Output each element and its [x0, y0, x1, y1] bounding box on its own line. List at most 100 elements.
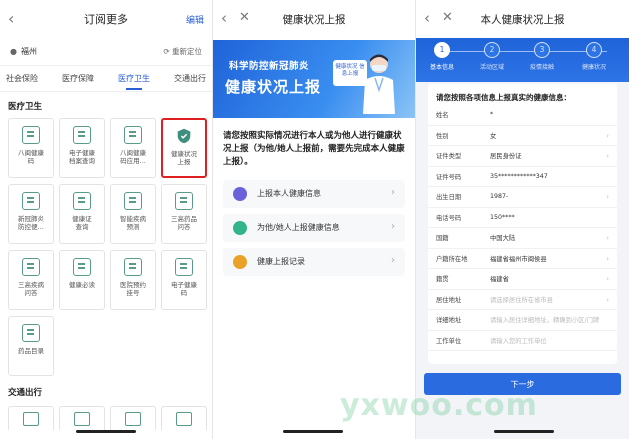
chevron-right-icon: › — [606, 131, 609, 140]
service-item[interactable] — [8, 406, 54, 430]
report-self-button[interactable]: 上报本人健康信息 › — [223, 179, 405, 208]
tab-medical-security[interactable]: 医疗保障 — [62, 67, 94, 90]
service-item[interactable]: 健康证 查询 — [59, 184, 105, 244]
health-record-icon — [73, 126, 91, 144]
tab-social-insurance[interactable]: 社会保险 — [6, 67, 38, 90]
edit-link[interactable]: 编辑 — [186, 13, 204, 26]
subscribe-panel: ‹ 订阅更多 编辑 ● 福州 ⟳ 重新定位 社会保险 医疗保障 医疗卫生 交通出… — [0, 0, 212, 439]
service-item[interactable]: 药品目录 — [8, 316, 54, 376]
chevron-right-icon: › — [606, 295, 609, 304]
back-icon[interactable]: ‹ — [221, 9, 227, 27]
chevron-right-icon: › — [606, 193, 609, 201]
step-number: 1 — [434, 42, 450, 58]
card-icon — [125, 412, 141, 426]
tab-medical-health[interactable]: 医疗卫生 — [118, 67, 150, 90]
banner-subtitle: 科学防控新冠肺炎 — [229, 61, 310, 72]
form-row[interactable]: 工作单位 请输入您的工作单位 — [428, 331, 617, 351]
service-item[interactable]: 电子健康 档案查询 — [59, 118, 105, 178]
field-label: 电话号码 — [436, 214, 462, 222]
field-label: 性别 — [436, 132, 449, 140]
service-label-line2: 防控便... — [18, 223, 44, 232]
location-label: 福州 — [20, 47, 37, 56]
disease-predict-icon — [124, 192, 142, 210]
form-row[interactable]: 籍贯 福建省 › — [428, 269, 617, 290]
step-label: 活动区域 — [479, 64, 504, 71]
field-value[interactable]: 请输入居住详细地址，精确到小区/门牌 — [490, 315, 599, 324]
location-bar: ● 福州 ⟳ 重新定位 — [0, 38, 212, 66]
form-row[interactable]: 姓名 * — [428, 105, 617, 126]
service-item[interactable]: 八闽健康码 — [8, 118, 54, 178]
chevron-right-icon: › — [606, 275, 609, 283]
service-label-line2: 问答 — [177, 223, 191, 232]
service-label-line2: 上报 — [177, 158, 191, 167]
field-label: 工作单位 — [436, 337, 462, 345]
service-item[interactable]: 电子健康码 — [161, 250, 207, 310]
form-fields: 姓名 * 性别 女 › 证件类型 居民身份证 › 证件号码 35************347 出生… — [428, 105, 617, 351]
service-item[interactable]: 医院预约 挂号 — [110, 250, 156, 310]
service-item-health-report[interactable]: 健康状况 上报 — [161, 118, 207, 178]
service-label: 医院预约 — [120, 281, 146, 289]
health-report-panel: ‹ ✕ 健康状况上报 科学防控新冠肺炎 健康状况上报 健康状况 信息上报 请您按… — [213, 0, 415, 439]
step-label: 疫情接触 — [529, 64, 554, 71]
service-grid-row4: 药品目录 — [0, 316, 212, 376]
option-label: 为他/她人上报健康信息 — [257, 223, 340, 233]
field-value[interactable]: 福建省 — [490, 274, 509, 283]
transport-grid — [0, 406, 212, 430]
covid-prevention-icon — [22, 192, 40, 210]
service-item[interactable]: 健康必读 — [59, 250, 105, 310]
hospital-appointment-icon — [124, 258, 142, 276]
form-row[interactable]: 户籍所在地 福建省福州市闽侯县 › — [428, 249, 617, 269]
close-icon[interactable]: ✕ — [239, 10, 250, 25]
form-row[interactable]: 证件号码 35************347 — [428, 167, 617, 187]
field-value[interactable]: 请选择居住所在省市县 — [490, 295, 553, 304]
tab-transport[interactable]: 交通出行 — [174, 67, 206, 90]
service-label-line2: 码应用... — [120, 157, 146, 166]
service-item[interactable] — [110, 406, 156, 430]
form-row[interactable]: 性别 女 › — [428, 126, 617, 146]
chevron-right-icon: › — [606, 254, 609, 263]
field-label: 证件类型 — [436, 153, 462, 161]
service-label-line2: 码 — [180, 289, 188, 298]
nav-bar: ‹ 订阅更多 编辑 — [0, 0, 212, 38]
field-value[interactable]: 150**** — [490, 214, 515, 221]
relocate-button[interactable]: ⟳ 重新定位 — [163, 46, 202, 57]
form-row[interactable]: 详细地址 请输入居住详细地址，精确到小区/门牌 — [428, 310, 617, 331]
field-value[interactable]: 居民身份证 — [490, 151, 521, 160]
service-grid-row3: 三高疾病 问答 健康必读 医院预约 挂号 电子健康码 — [0, 250, 212, 310]
report-others-button[interactable]: 为他/她人上报健康信息 › — [223, 213, 405, 242]
field-value[interactable]: 福建省福州市闽侯县 — [490, 254, 547, 263]
service-label: 健康状况 — [171, 150, 197, 158]
field-value[interactable]: 请输入您的工作单位 — [490, 336, 547, 345]
field-label: 姓名 — [436, 112, 449, 120]
service-label-line2: 预测 — [126, 223, 140, 232]
field-value[interactable]: 中国大陆 — [490, 233, 515, 242]
back-icon[interactable]: ‹ — [8, 9, 14, 28]
field-label: 户籍所在地 — [436, 255, 468, 263]
form-row[interactable]: 出生日期 1987- › — [428, 187, 617, 208]
field-value[interactable]: 女 — [490, 131, 496, 140]
service-item[interactable]: 新冠肺炎 防控便... — [8, 184, 54, 244]
user-icon — [233, 186, 247, 201]
close-icon[interactable]: ✕ — [442, 10, 453, 25]
service-item[interactable] — [161, 406, 207, 430]
field-value[interactable]: 1987- — [490, 193, 508, 200]
field-value[interactable]: * — [490, 111, 493, 118]
service-label: 新冠肺炎 — [18, 215, 44, 223]
field-label: 出生日期 — [436, 194, 462, 202]
form-row[interactable]: 证件类型 居民身份证 › — [428, 146, 617, 167]
service-item[interactable] — [59, 406, 105, 430]
back-icon[interactable]: ‹ — [424, 9, 430, 27]
report-history-button[interactable]: 健康上报记录 › — [223, 247, 405, 276]
service-item[interactable]: 三高药品 问答 — [161, 184, 207, 244]
form-hint: 请您按照各项信息上报真实的健康信息： — [436, 93, 571, 102]
form-row[interactable]: 电话号码 150**** — [428, 208, 617, 228]
service-item[interactable]: 三高疾病 问答 — [8, 250, 54, 310]
form-row[interactable]: 国籍 中国大陆 › — [428, 228, 617, 249]
history-icon — [233, 254, 247, 269]
service-item[interactable]: 智能疾病 预测 — [110, 184, 156, 244]
form-row[interactable]: 居住地址 请选择居住所在省市县 › — [428, 290, 617, 310]
service-label: 三高药品 — [171, 215, 197, 223]
field-value[interactable]: 35************347 — [490, 173, 548, 180]
chevron-right-icon: › — [391, 186, 395, 198]
service-item[interactable]: 八闽健康 码应用... — [110, 118, 156, 178]
